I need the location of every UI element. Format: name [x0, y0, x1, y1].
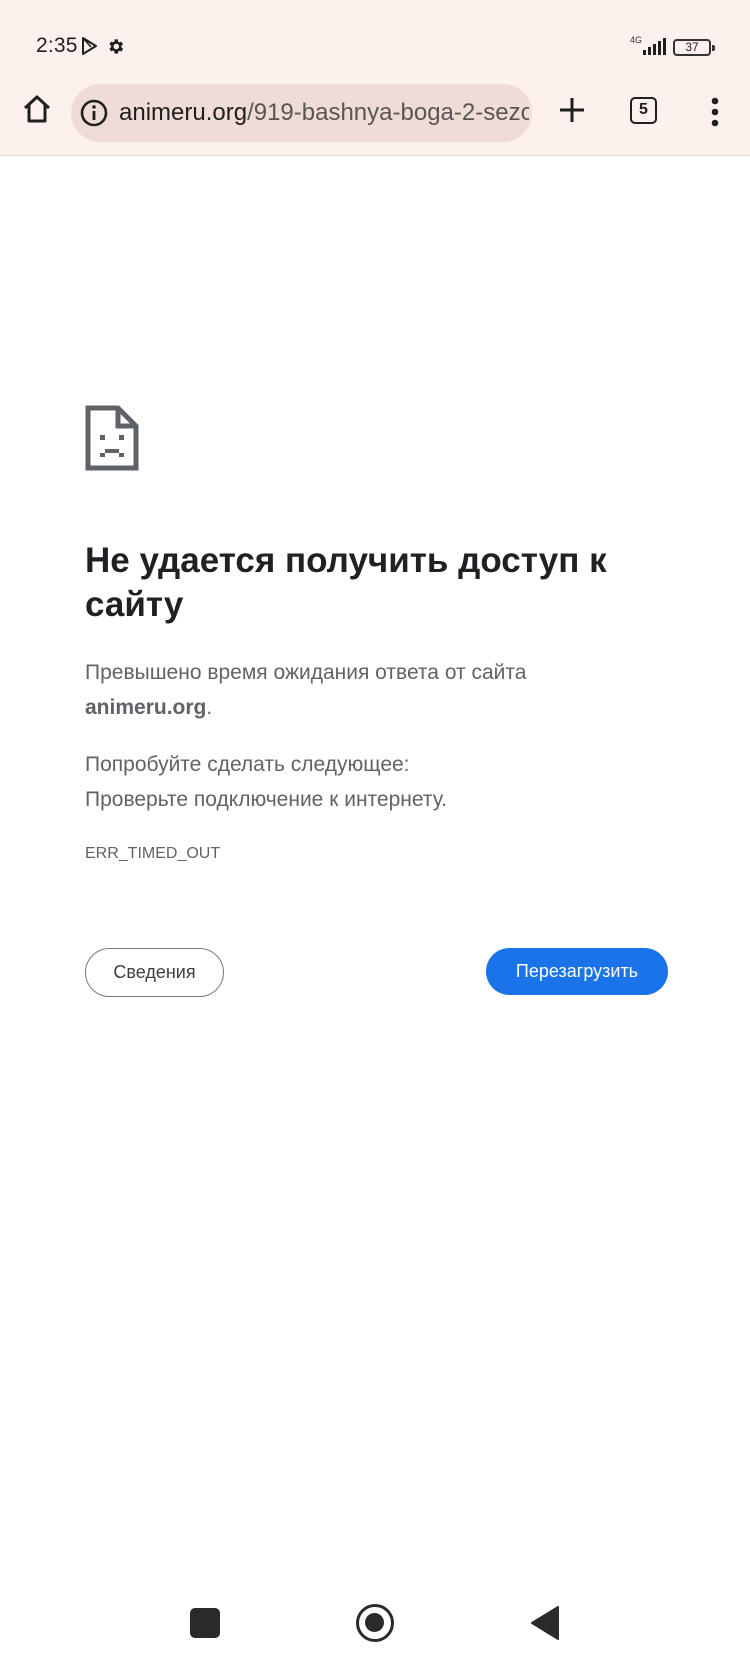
signal-icon: [643, 38, 666, 55]
error-site-name: animeru.org: [85, 696, 207, 719]
suggestions-label: Попробуйте сделать следующее:: [85, 753, 410, 776]
sad-page-icon: [85, 405, 139, 471]
network-type-label: 4G: [630, 35, 643, 45]
address-bar[interactable]: animeru.org/919-bashnya-boga-2-sezon: [71, 84, 532, 142]
new-tab-button[interactable]: [552, 90, 592, 130]
menu-button[interactable]: [700, 92, 730, 132]
more-vert-icon: [711, 97, 719, 127]
info-icon[interactable]: [79, 98, 109, 128]
details-button[interactable]: Сведения: [85, 948, 224, 997]
system-navigation-bar: [0, 1580, 750, 1666]
plus-icon: [560, 98, 584, 122]
status-bar: 2:35 4G 37: [0, 0, 750, 86]
home-nav-button[interactable]: [356, 1604, 394, 1642]
play-store-icon: [82, 37, 97, 55]
error-description-text: Превышено время ожидания ответа от сайта: [85, 661, 527, 684]
url-path: /919-bashnya-boga-2-sezon: [247, 99, 529, 126]
error-description: Превышено время ожидания ответа от сайта…: [85, 655, 675, 725]
browser-chrome: 2:35 4G 37 animeru.org/919-bashnya-boga-…: [0, 0, 750, 156]
home-icon: [23, 95, 51, 123]
suggestion-item: Проверьте подключение к интернету.: [85, 788, 447, 811]
error-heading: Не удается получить доступ к сайту: [85, 541, 607, 624]
url-text[interactable]: animeru.org/919-bashnya-boga-2-sezon: [119, 99, 529, 127]
browser-toolbar: animeru.org/919-bashnya-boga-2-sezon 5: [0, 82, 750, 148]
reload-button[interactable]: Перезагрузить: [486, 948, 668, 995]
gear-icon: [109, 39, 124, 54]
suggestions: Попробуйте сделать следующее: Проверьте …: [85, 747, 675, 817]
home-button[interactable]: [16, 88, 58, 130]
tab-switcher-button[interactable]: 5: [630, 97, 657, 124]
battery-icon: 37: [673, 39, 715, 56]
recents-button[interactable]: [190, 1608, 220, 1638]
error-description-suffix: .: [206, 696, 213, 719]
back-button[interactable]: [530, 1605, 560, 1641]
status-time: 2:35: [36, 34, 78, 57]
url-host: animeru.org: [119, 99, 248, 126]
error-code: ERR_TIMED_OUT: [85, 845, 221, 862]
